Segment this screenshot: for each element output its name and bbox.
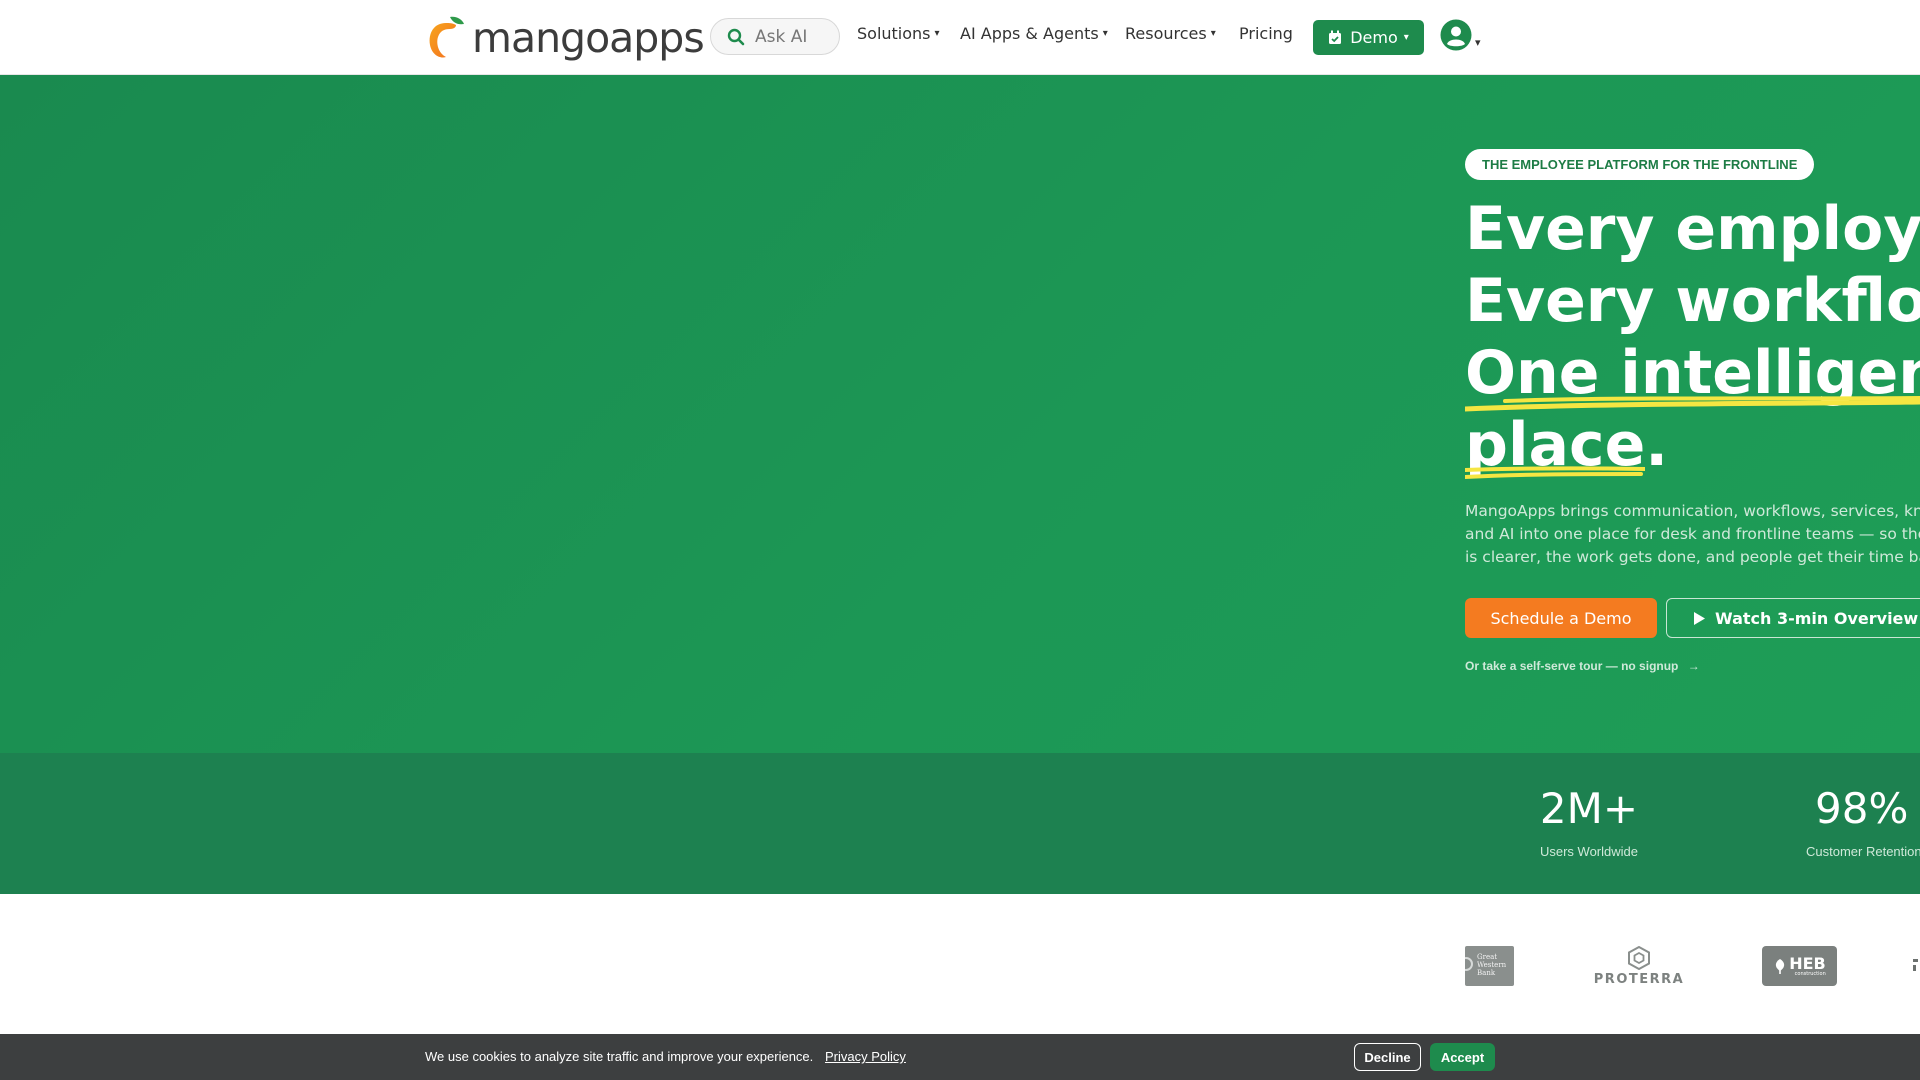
stat-label: Customer Retention <box>1806 844 1920 859</box>
logo-great-western-bank: Great Western Bank <box>1465 946 1514 986</box>
chevron-down-icon: ▾ <box>1102 28 1108 39</box>
chevron-down-icon: ▾ <box>1210 28 1216 39</box>
hero-description: MangoApps brings communication, workflow… <box>1465 500 1920 569</box>
demo-button[interactable]: Demo ▾ <box>1313 20 1424 55</box>
stats-band: 2M+ Users Worldwide 98% Customer Retenti… <box>0 753 1920 894</box>
logo-text: PROTERRA <box>1593 972 1685 987</box>
nav-item-resources[interactable]: Resources ▾ <box>1125 24 1216 43</box>
stat-retention: 98% Customer Retention <box>1802 784 1920 860</box>
accept-button[interactable]: Accept <box>1430 1043 1495 1071</box>
cookie-message: We use cookies to analyze site traffic a… <box>425 1049 814 1064</box>
description-line: is clearer, the work gets done, and peop… <box>1465 548 1920 566</box>
self-serve-tour-link[interactable]: Or take a self-serve tour — no signup → <box>1465 659 1700 673</box>
mangoapps-logo[interactable]: mangoapps <box>424 13 705 62</box>
chevron-down-icon: ▾ <box>1403 32 1409 43</box>
stat-value: 98% <box>1815 784 1909 833</box>
cookie-consent-bar: We use cookies to analyze site traffic a… <box>0 1034 1920 1080</box>
logo-proterra: PROTERRA <box>1584 946 1694 988</box>
decline-button[interactable]: Decline <box>1354 1043 1421 1071</box>
watch-overview-button[interactable]: Watch 3-min Overview <box>1666 598 1920 638</box>
demo-label: Demo <box>1350 28 1398 47</box>
stat-users: 2M+ Users Worldwide <box>1529 784 1649 860</box>
schedule-demo-button[interactable]: Schedule a Demo <box>1465 598 1657 638</box>
logo-partial <box>1913 957 1920 975</box>
stat-value: 2M+ <box>1539 784 1639 833</box>
ask-ai-search[interactable]: Ask AI <box>710 18 840 55</box>
arrow-right-icon: → <box>1687 659 1700 673</box>
nav-item-solutions[interactable]: Solutions ▾ <box>857 24 940 43</box>
nav-item-label: AI Apps & Agents <box>960 24 1099 43</box>
brand-wordmark: mangoapps <box>472 13 705 62</box>
hero-headline: Every employee. Every workflow. One inte… <box>1465 193 1920 481</box>
description-line: MangoApps brings communication, workflow… <box>1465 502 1920 520</box>
search-placeholder: Ask AI <box>755 26 808 47</box>
nav-item-pricing[interactable]: Pricing <box>1239 24 1293 43</box>
headline-line: place. <box>1465 410 1669 480</box>
customer-logos: Great Western Bank PROTERRA HEB construc… <box>0 894 1920 1034</box>
logo-text: Bank <box>1477 969 1496 977</box>
logo-text: Western <box>1477 961 1507 969</box>
mango-logo-icon <box>429 16 464 58</box>
hero-section: THE EMPLOYEE PLATFORM FOR THE FRONTLINE … <box>0 75 1920 753</box>
proterra-hexagon-icon <box>1628 946 1650 970</box>
nav-item-label: Pricing <box>1239 24 1293 43</box>
description-line: and AI into one place for desk and front… <box>1465 525 1920 543</box>
top-navigation: mangoapps Ask AI Solutions ▾ AI Apps & Ag… <box>0 0 1920 75</box>
logo-text: Great <box>1477 953 1498 961</box>
nav-item-label: Resources <box>1125 24 1207 43</box>
logo-text: HEB <box>1789 953 1826 973</box>
play-icon <box>1694 611 1705 625</box>
search-icon <box>727 28 745 45</box>
privacy-policy-link[interactable]: Privacy Policy <box>825 1049 906 1064</box>
logo-text: construction <box>1794 970 1826 977</box>
headline-line: Every employee. <box>1465 194 1920 264</box>
chevron-down-icon: ▾ <box>1475 37 1481 49</box>
heb-leaf-icon <box>1776 959 1785 974</box>
headline-line: Every workflow. <box>1465 266 1920 336</box>
watch-overview-label: Watch 3-min Overview <box>1715 608 1919 628</box>
headline-line: One intelligent <box>1465 338 1920 408</box>
nav-item-ai-apps[interactable]: AI Apps & Agents ▾ <box>960 24 1108 43</box>
self-tour-label: Or take a self-serve tour — no signup <box>1465 659 1679 673</box>
logo-heb-construction: HEB construction <box>1762 946 1837 986</box>
chevron-down-icon: ▾ <box>934 28 940 39</box>
nav-item-label: Solutions <box>857 24 931 43</box>
calendar-check-icon <box>1329 30 1342 44</box>
hero-eyebrow-badge: THE EMPLOYEE PLATFORM FOR THE FRONTLINE <box>1465 149 1815 180</box>
stat-label: Users Worldwide <box>1539 844 1638 859</box>
user-avatar-icon <box>1440 19 1472 51</box>
user-account-menu[interactable]: ▾ <box>1440 19 1481 51</box>
